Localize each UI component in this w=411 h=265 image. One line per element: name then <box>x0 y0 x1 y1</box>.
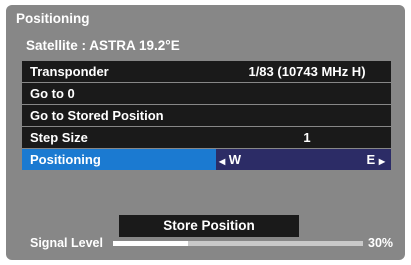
signal-level-percent: 30% <box>368 236 394 250</box>
menu-item-go-to-stored-position[interactable]: Go to Stored Position <box>22 105 391 126</box>
arrow-left-icon: ◀ <box>219 157 226 166</box>
go-to-0-label: Go to 0 <box>30 86 75 101</box>
store-position-button[interactable]: Store Position <box>119 215 299 237</box>
menu-item-transponder[interactable]: Transponder 1/83 (10743 MHz H) <box>22 61 391 82</box>
satellite-info: Satellite : ASTRA 19.2°E <box>26 38 180 53</box>
signal-level-label: Signal Level <box>30 236 103 250</box>
positioning-menu: Transponder 1/83 (10743 MHz H) Go to 0 G… <box>22 61 391 171</box>
menu-item-positioning[interactable]: Positioning ◀ W E ▶ <box>22 149 391 170</box>
menu-item-step-size[interactable]: Step Size 1 <box>22 127 391 148</box>
east-label: E <box>366 152 376 167</box>
menu-item-go-to-0[interactable]: Go to 0 <box>22 83 391 104</box>
signal-level-bar <box>113 241 363 246</box>
step-size-value: 1 <box>303 130 311 145</box>
transponder-label: Transponder <box>30 64 109 79</box>
arrow-right-icon: ▶ <box>378 157 385 166</box>
transponder-value: 1/83 (10743 MHz H) <box>248 64 366 79</box>
positioning-west-control[interactable]: ◀ W <box>219 152 241 167</box>
west-label: W <box>228 152 242 167</box>
dialog-title: Positioning <box>16 11 90 26</box>
step-size-label: Step Size <box>30 130 88 145</box>
signal-level-fill <box>113 241 188 246</box>
positioning-label: Positioning <box>30 152 101 167</box>
positioning-east-control[interactable]: E ▶ <box>367 152 385 167</box>
positioning-dialog: Positioning Satellite : ASTRA 19.2°E Tra… <box>6 5 405 260</box>
go-to-stored-position-label: Go to Stored Position <box>30 108 164 123</box>
